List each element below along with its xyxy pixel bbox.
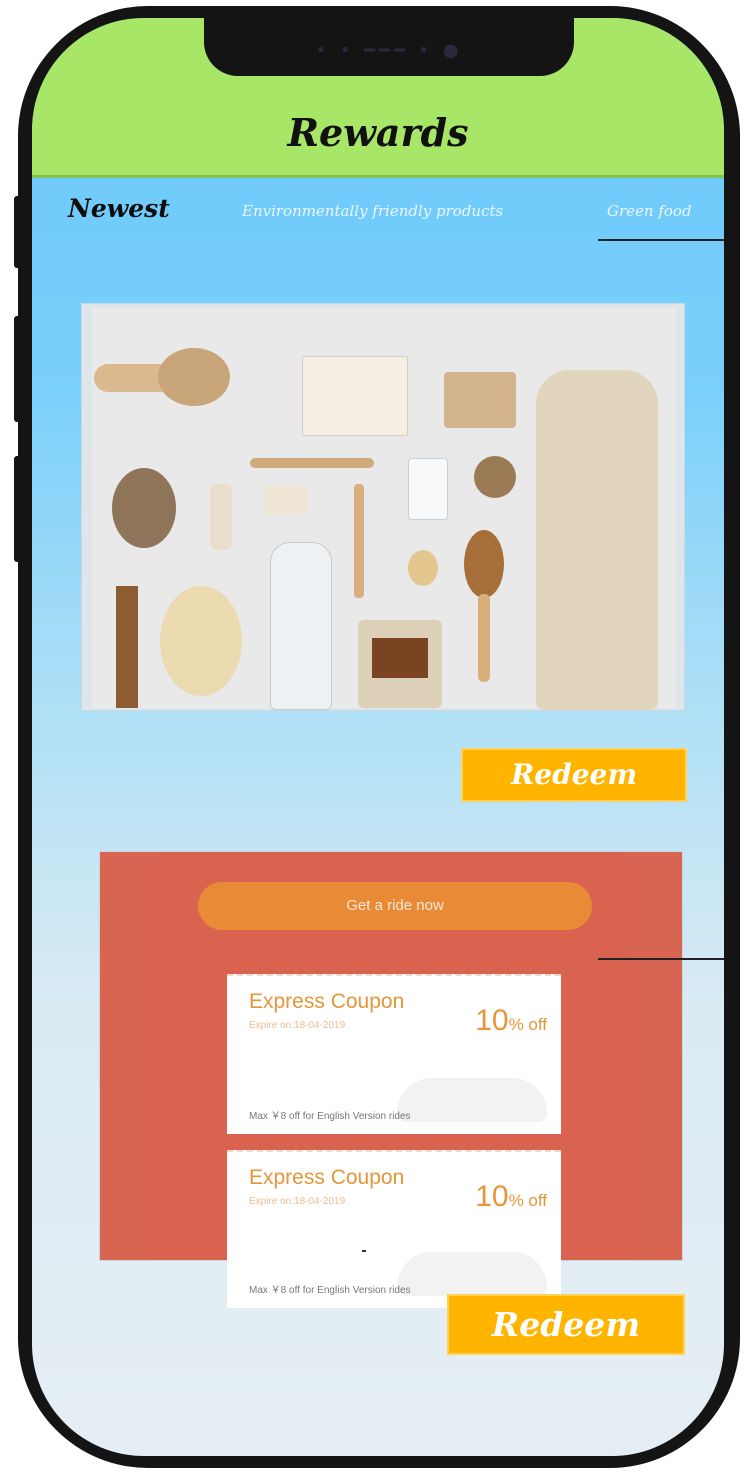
tab-environmentally-friendly-products[interactable]: Environmentally friendly products [242, 202, 503, 220]
express-coupon[interactable]: Express Coupon Expire on:18-04-2019 10% … [227, 974, 561, 1134]
soap-bar-shape [372, 638, 428, 678]
redeem-button-products[interactable]: Redeem [461, 748, 687, 802]
coupon-off-label: % off [508, 1015, 547, 1034]
car-icon [397, 1252, 547, 1296]
coupon-title: Express Coupon [249, 990, 405, 1013]
redeem-button-coupons[interactable]: Redeem [447, 1294, 685, 1355]
camera-notch: • • ━━━ • ● [204, 18, 574, 76]
coupon-max-text: Max ￥8 off for English Version rides [249, 1111, 411, 1122]
cotton-swabs-shape [264, 486, 308, 514]
category-tabs: Newest Environmentally friendly products… [32, 194, 724, 234]
express-coupon[interactable]: Express Coupon Expire on:18-04-2019 10% … [227, 1150, 561, 1308]
coupon-title: Express Coupon [249, 1166, 405, 1189]
mute-switch [14, 196, 22, 268]
coupon-max-text: Max ￥8 off for English Version rides [249, 1285, 411, 1296]
coupon-off-label: % off [508, 1191, 547, 1210]
tab-newest[interactable]: Newest [68, 194, 170, 223]
coupon-expiry: Expire on:18-04-2019 [249, 1196, 346, 1207]
loofah-pad-shape [112, 468, 176, 548]
hair-brush-head-shape [464, 530, 504, 598]
volume-up-button [14, 316, 22, 422]
coupon-discount: 10% off [475, 1004, 547, 1038]
coupon-percent: 10 [475, 1180, 509, 1213]
wood-block-shape [116, 586, 138, 708]
toothbrush-vertical-shape [354, 484, 364, 598]
page-dot-indicator [362, 1250, 366, 1252]
volume-down-button [14, 456, 22, 562]
mesh-bag-shape [536, 370, 658, 710]
tab-green-food[interactable]: Green food [607, 202, 692, 220]
cotton-pads-bag-shape [302, 356, 408, 436]
page-title: Rewards [287, 110, 469, 155]
eco-products-card[interactable] [81, 303, 685, 711]
header-bar: • • ━━━ • ● Rewards [32, 18, 724, 178]
oval-sponge-shape [160, 586, 242, 696]
hair-brush-handle-shape [478, 594, 490, 682]
annotation-line [598, 239, 724, 241]
get-ride-button[interactable]: Get a ride now [198, 882, 592, 930]
speaker-camera-icon: • • ━━━ • ● [315, 40, 463, 61]
coupon-expiry: Expire on:18-04-2019 [249, 1020, 346, 1031]
car-icon [397, 1078, 547, 1122]
coupon-percent: 10 [475, 1004, 509, 1037]
ride-coupons-card[interactable]: Get a ride now Express Coupon Expire on:… [99, 851, 683, 1308]
twine-roll-shape [474, 456, 516, 498]
cotton-rounds-shape [210, 484, 232, 550]
bath-brush-shape [158, 348, 230, 406]
annotation-line [598, 958, 724, 960]
eco-products-photo [92, 308, 676, 710]
soap-dish-shape [444, 372, 516, 428]
glass-bottle-shape [270, 542, 332, 710]
phone-screen: • • ━━━ • ● Rewards Newest Environmental… [32, 18, 724, 1456]
coupon-discount: 10% off [475, 1180, 547, 1214]
glass-jar-shape [408, 458, 448, 520]
bamboo-toothbrush-shape [250, 458, 374, 468]
loofah-slice-shape [408, 550, 438, 586]
